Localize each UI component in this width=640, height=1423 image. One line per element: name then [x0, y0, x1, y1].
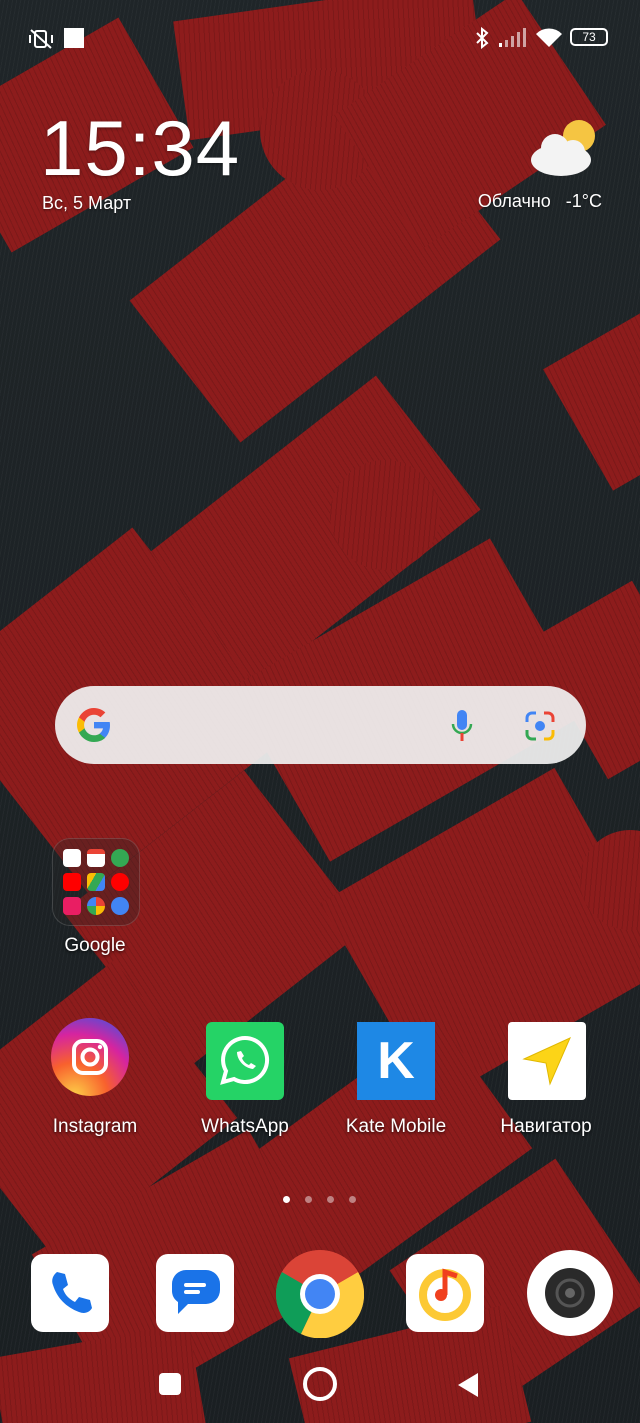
weather-summary[interactable]: Облачно -1°C	[460, 191, 602, 212]
music-icon[interactable]	[406, 1254, 484, 1332]
navigator-icon[interactable]	[508, 1022, 586, 1100]
weather-temp: -1°C	[565, 191, 602, 211]
instagram-icon[interactable]	[51, 1018, 129, 1096]
page-dot[interactable]	[349, 1196, 356, 1203]
wifi-icon	[535, 27, 563, 54]
chrome-icon[interactable]	[275, 1250, 365, 1339]
clock-date[interactable]: Вс, 5 Март	[42, 193, 131, 214]
partly-cloudy-icon[interactable]	[527, 116, 601, 180]
google-folder-label[interactable]: Google	[45, 935, 145, 957]
podcasts-icon	[63, 897, 81, 915]
battery-icon: 73	[570, 28, 608, 46]
phone-icon[interactable]	[31, 1254, 109, 1332]
page-dot[interactable]	[283, 1196, 290, 1203]
gmail-icon	[87, 849, 105, 867]
app-label-instagram[interactable]: Instagram	[30, 1116, 160, 1138]
app-label-navigator[interactable]: Навигатор	[486, 1116, 606, 1138]
weather-condition: Облачно	[477, 191, 551, 211]
camera-icon[interactable]	[527, 1250, 613, 1336]
maps-icon	[111, 849, 129, 867]
kate-glyph: K	[377, 1032, 415, 1090]
google-search-bar[interactable]	[55, 686, 586, 764]
page-dot[interactable]	[305, 1196, 312, 1203]
page-indicator	[283, 1190, 371, 1208]
page-dot[interactable]	[327, 1196, 334, 1203]
recents-icon[interactable]	[159, 1373, 181, 1395]
youtube-music-icon	[111, 873, 129, 891]
contacts-icon	[111, 897, 129, 915]
bluetooth-icon	[474, 26, 490, 55]
notification-square-icon	[64, 28, 84, 48]
lens-icon[interactable]	[523, 710, 557, 747]
google-g-icon	[75, 706, 113, 749]
back-icon[interactable]	[456, 1372, 480, 1403]
app-label-whatsapp[interactable]: WhatsApp	[180, 1116, 310, 1138]
app-label-kate-mobile[interactable]: Kate Mobile	[330, 1116, 462, 1138]
clock-time[interactable]: 15:34	[40, 108, 240, 188]
google-folder[interactable]	[52, 838, 140, 926]
mic-icon[interactable]	[450, 708, 474, 749]
home-icon[interactable]	[303, 1367, 337, 1401]
google-app-icon	[63, 849, 81, 867]
whatsapp-icon[interactable]	[206, 1022, 284, 1100]
status-bar: 73	[0, 0, 640, 76]
vibrate-off-icon	[28, 28, 54, 55]
signal-icon	[499, 28, 527, 53]
kate-mobile-icon[interactable]: K	[357, 1022, 435, 1100]
drive-icon	[87, 873, 105, 891]
youtube-icon	[63, 873, 81, 891]
photos-icon	[87, 897, 105, 915]
messages-icon[interactable]	[156, 1254, 234, 1332]
